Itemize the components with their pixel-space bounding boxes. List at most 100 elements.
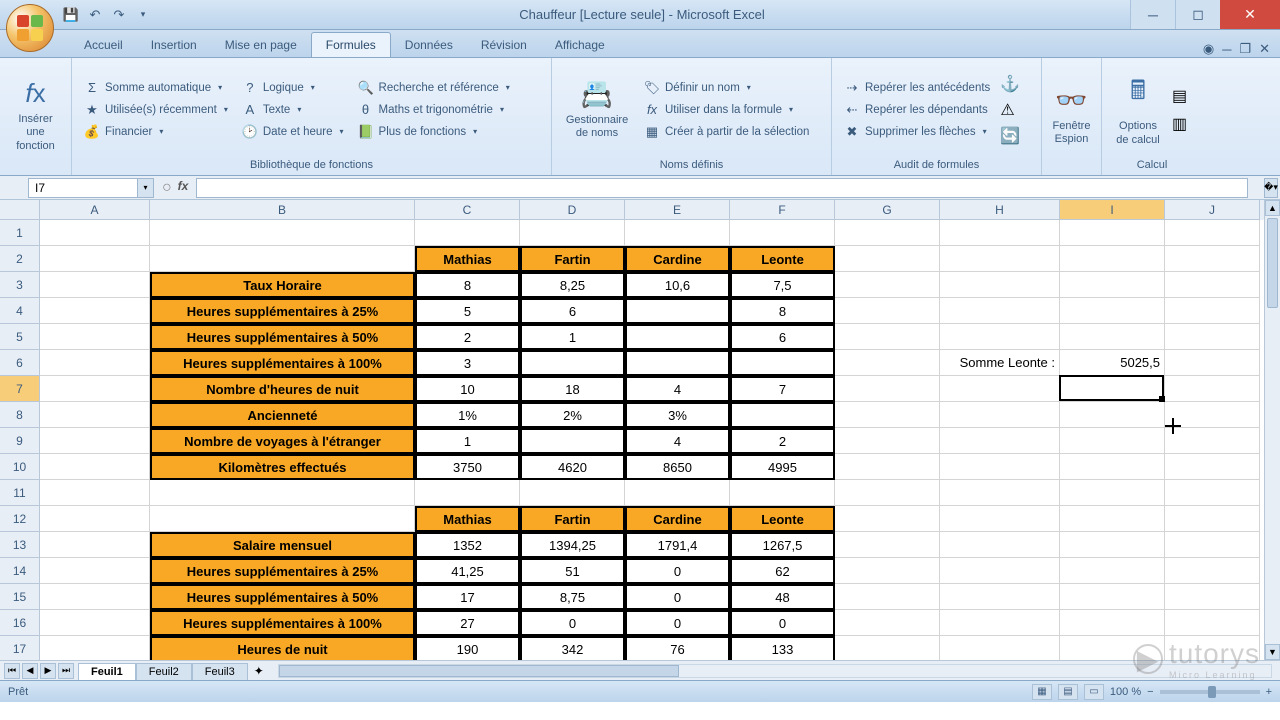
remove-arrows-button[interactable]: ✖Supprimer les flèches▾ xyxy=(840,122,994,142)
row-header-5[interactable]: 5 xyxy=(0,324,40,350)
fx-button-icon[interactable]: fx xyxy=(178,179,189,197)
cell-E12[interactable]: Cardine xyxy=(625,506,730,532)
row-header-7[interactable]: 7 xyxy=(0,376,40,402)
cell-C12[interactable]: Mathias xyxy=(415,506,520,532)
cell-G13[interactable] xyxy=(835,532,940,558)
spreadsheet-grid[interactable]: ABCDEFGHIJ 1234567891011121314151617 Mat… xyxy=(0,200,1280,660)
create-from-selection-button[interactable]: ▦Créer à partir de la sélection xyxy=(640,122,813,142)
save-icon[interactable]: 💾 xyxy=(60,4,82,26)
cell-J8[interactable] xyxy=(1165,402,1260,428)
page-break-view-icon[interactable]: ▭ xyxy=(1084,684,1104,700)
cell-D6[interactable] xyxy=(520,350,625,376)
cell-D3[interactable]: 8,25 xyxy=(520,272,625,298)
row-header-15[interactable]: 15 xyxy=(0,584,40,610)
row-header-4[interactable]: 4 xyxy=(0,298,40,324)
cell-E14[interactable]: 0 xyxy=(625,558,730,584)
cell-A3[interactable] xyxy=(40,272,150,298)
cell-D10[interactable]: 4620 xyxy=(520,454,625,480)
cell-I16[interactable] xyxy=(1060,610,1165,636)
cell-J3[interactable] xyxy=(1165,272,1260,298)
text-button[interactable]: ATexte▾ xyxy=(238,100,348,120)
sheet-tab-2[interactable]: Feuil2 xyxy=(136,663,192,680)
help-icon[interactable]: ◉ xyxy=(1203,41,1214,57)
cell-J16[interactable] xyxy=(1165,610,1260,636)
watch-window-button[interactable]: 👓 Fenêtre Espion xyxy=(1050,62,1093,169)
cell-B1[interactable] xyxy=(150,220,415,246)
cell-B3[interactable]: Taux Horaire xyxy=(150,272,415,298)
tab-donnees[interactable]: Données xyxy=(391,33,467,57)
cell-G16[interactable] xyxy=(835,610,940,636)
cell-A1[interactable] xyxy=(40,220,150,246)
cell-G6[interactable] xyxy=(835,350,940,376)
cell-B2[interactable] xyxy=(150,246,415,272)
cell-E9[interactable]: 4 xyxy=(625,428,730,454)
cell-I10[interactable] xyxy=(1060,454,1165,480)
row-header-16[interactable]: 16 xyxy=(0,610,40,636)
maximize-button[interactable]: ◻ xyxy=(1175,0,1220,29)
scroll-down-icon[interactable]: ▼ xyxy=(1265,644,1280,660)
cell-J2[interactable] xyxy=(1165,246,1260,272)
autosum-button[interactable]: ΣSomme automatique▾ xyxy=(80,78,232,98)
cell-B16[interactable]: Heures supplémentaires à 100% xyxy=(150,610,415,636)
cell-J12[interactable] xyxy=(1165,506,1260,532)
cell-C8[interactable]: 1% xyxy=(415,402,520,428)
cell-D9[interactable] xyxy=(520,428,625,454)
cell-A11[interactable] xyxy=(40,480,150,506)
cell-G2[interactable] xyxy=(835,246,940,272)
cell-A9[interactable] xyxy=(40,428,150,454)
cell-E1[interactable] xyxy=(625,220,730,246)
sheet-tab-3[interactable]: Feuil3 xyxy=(192,663,248,680)
cell-G15[interactable] xyxy=(835,584,940,610)
evaluate-icon[interactable]: 🔄 xyxy=(1000,126,1020,146)
cell-F15[interactable]: 48 xyxy=(730,584,835,610)
cell-J9[interactable] xyxy=(1165,428,1260,454)
cell-C14[interactable]: 41,25 xyxy=(415,558,520,584)
cell-B12[interactable] xyxy=(150,506,415,532)
cell-H13[interactable] xyxy=(940,532,1060,558)
cell-B10[interactable]: Kilomètres effectués xyxy=(150,454,415,480)
cell-F12[interactable]: Leonte xyxy=(730,506,835,532)
horizontal-scrollbar[interactable] xyxy=(278,664,1272,678)
cell-I4[interactable] xyxy=(1060,298,1165,324)
cell-H5[interactable] xyxy=(940,324,1060,350)
cell-B14[interactable]: Heures supplémentaires à 25% xyxy=(150,558,415,584)
cell-D12[interactable]: Fartin xyxy=(520,506,625,532)
cell-G3[interactable] xyxy=(835,272,940,298)
cancel-formula-icon[interactable]: ○ xyxy=(162,179,172,197)
cell-H10[interactable] xyxy=(940,454,1060,480)
tab-miseenpage[interactable]: Mise en page xyxy=(211,33,311,57)
cell-G1[interactable] xyxy=(835,220,940,246)
cell-E6[interactable] xyxy=(625,350,730,376)
cell-C16[interactable]: 27 xyxy=(415,610,520,636)
calc-sheet-icon[interactable]: ▥ xyxy=(1172,114,1187,134)
define-name-button[interactable]: 🏷Définir un nom▾ xyxy=(640,78,813,98)
tab-formules[interactable]: Formules xyxy=(311,32,391,57)
cell-H3[interactable] xyxy=(940,272,1060,298)
show-formulas-icon[interactable]: ⚓ xyxy=(1000,74,1020,94)
row-header-14[interactable]: 14 xyxy=(0,558,40,584)
cell-C2[interactable]: Mathias xyxy=(415,246,520,272)
cell-H7[interactable] xyxy=(940,376,1060,402)
logical-button[interactable]: ?Logique▾ xyxy=(238,78,348,98)
hscroll-thumb[interactable] xyxy=(279,665,679,677)
cell-F14[interactable]: 62 xyxy=(730,558,835,584)
cell-E5[interactable] xyxy=(625,324,730,350)
sheet-tab-1[interactable]: Feuil1 xyxy=(78,663,136,680)
cell-I9[interactable] xyxy=(1060,428,1165,454)
cell-B11[interactable] xyxy=(150,480,415,506)
cell-F6[interactable] xyxy=(730,350,835,376)
cell-H8[interactable] xyxy=(940,402,1060,428)
new-sheet-icon[interactable]: ✦ xyxy=(248,664,270,678)
tab-revision[interactable]: Révision xyxy=(467,33,541,57)
col-header-A[interactable]: A xyxy=(40,200,150,220)
cell-A6[interactable] xyxy=(40,350,150,376)
cell-F9[interactable]: 2 xyxy=(730,428,835,454)
expand-formula-bar-icon[interactable]: �⁠▾ xyxy=(1264,178,1278,198)
col-header-H[interactable]: H xyxy=(940,200,1060,220)
cell-D7[interactable]: 18 xyxy=(520,376,625,402)
cell-B9[interactable]: Nombre de voyages à l'étranger xyxy=(150,428,415,454)
cell-G14[interactable] xyxy=(835,558,940,584)
cell-F8[interactable] xyxy=(730,402,835,428)
insert-function-button[interactable]: fx Insérer une fonction xyxy=(8,62,63,169)
cell-C7[interactable]: 10 xyxy=(415,376,520,402)
